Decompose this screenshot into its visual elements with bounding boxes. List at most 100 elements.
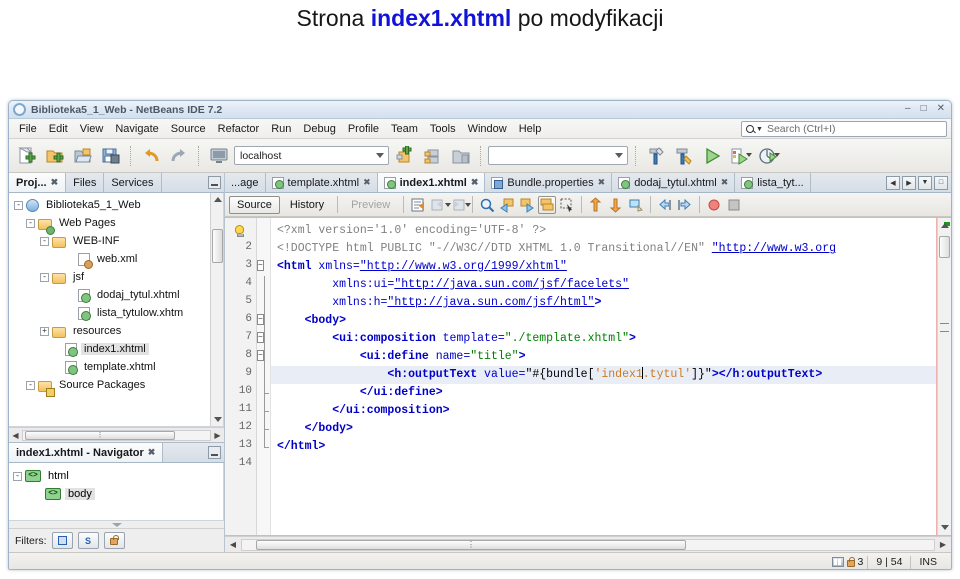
previous-bookmark-icon[interactable]	[498, 196, 516, 214]
code-line[interactable]: xmlns:ui="http://java.sun.com/jsf/facele…	[271, 276, 937, 294]
code-text[interactable]: <?xml version='1.0' encoding='UTF-8' ?> …	[271, 218, 937, 535]
shift-left-icon[interactable]	[656, 196, 674, 214]
editor-tab-truncated[interactable]: ...age	[225, 173, 266, 192]
menu-navigate[interactable]: Navigate	[109, 121, 164, 137]
scrollbar-thumb[interactable]	[939, 236, 950, 258]
scrollbar-thumb[interactable]: ⋮	[25, 430, 175, 440]
add-server-button[interactable]	[392, 143, 417, 168]
tab-projects[interactable]: Proj... ✖	[9, 173, 67, 192]
fold-toggle-icon[interactable]: −	[257, 332, 264, 343]
code-line[interactable]: <html xmlns="http://www.w3.org/1999/xhtm…	[271, 258, 937, 276]
close-icon[interactable]: ✖	[148, 447, 156, 458]
code-link[interactable]: "http://www.w3.org	[712, 242, 836, 255]
configuration-select[interactable]	[488, 146, 628, 165]
view-source-button[interactable]: Source	[229, 195, 280, 214]
fold-toggle-icon[interactable]: −	[257, 260, 264, 271]
menu-source[interactable]: Source	[165, 121, 212, 137]
minimize-panel-button[interactable]	[208, 176, 221, 189]
project-tree-horizontal-scrollbar[interactable]: ◀ ⋮ ▶	[9, 427, 224, 442]
next-bookmark-icon[interactable]	[518, 196, 536, 214]
fold-row[interactable]: −	[257, 330, 270, 348]
fold-row[interactable]: −	[257, 312, 270, 330]
server-monitor-icon[interactable]	[206, 143, 231, 168]
stop-macro-icon[interactable]	[725, 196, 743, 214]
scrollbar-track[interactable]: ⋮	[241, 538, 935, 551]
code-line[interactable]: <ui:define name="title">	[271, 348, 937, 366]
code-folding-column[interactable]: − − − −	[257, 218, 271, 535]
minimize-navigator-button[interactable]	[208, 446, 221, 459]
tree-node-web-pages[interactable]: - Web Pages	[12, 214, 223, 235]
expander-icon[interactable]: +	[40, 326, 49, 336]
close-icon[interactable]: ✖	[51, 177, 59, 188]
save-all-button[interactable]	[98, 143, 123, 168]
hint-bulb-icon[interactable]	[234, 225, 247, 238]
toggle-bookmark-icon[interactable]	[538, 195, 557, 214]
navigator-tree[interactable]: - <> html <> body	[9, 463, 224, 521]
code-editor[interactable]: 2 3 4 5 6 7 8 9 10 11 12 13 14 − − − − <…	[225, 217, 951, 536]
scroll-left-icon[interactable]: ◀	[9, 431, 22, 440]
editor-horizontal-scrollbar[interactable]: ◀ ⋮ ▶	[225, 536, 951, 552]
tree-node-source-packages[interactable]: - Source Packages	[12, 376, 223, 397]
scroll-down-icon[interactable]	[214, 417, 222, 422]
menu-debug[interactable]: Debug	[297, 121, 341, 137]
shift-right-icon[interactable]	[676, 196, 694, 214]
scroll-down-icon[interactable]	[941, 525, 949, 530]
code-link[interactable]: "http://java.sun.com/jsf/html"	[387, 296, 594, 309]
project-tree-vertical-scrollbar[interactable]	[210, 193, 223, 426]
close-icon[interactable]: ✖	[598, 177, 606, 188]
code-line[interactable]: </ui:define>	[271, 384, 937, 402]
tree-node-web-inf[interactable]: - WEB-INF	[12, 232, 223, 250]
memory-icon[interactable]	[831, 557, 844, 567]
expander-icon[interactable]: -	[40, 272, 49, 282]
scroll-up-icon[interactable]	[941, 223, 949, 228]
tab-services[interactable]: Services	[104, 173, 162, 192]
tab-list-button[interactable]: ▼	[918, 175, 932, 190]
record-macro-icon[interactable]	[705, 196, 723, 214]
scroll-tabs-left-button[interactable]: ◀	[886, 175, 900, 190]
scroll-right-icon[interactable]: ▶	[935, 540, 951, 549]
close-icon[interactable]: ✖	[363, 177, 371, 188]
chevron-down-icon[interactable]	[746, 153, 752, 157]
code-line[interactable]: xmlns:h="http://java.sun.com/jsf/html">	[271, 294, 937, 312]
scrollbar-thumb[interactable]	[212, 229, 223, 263]
chevron-down-icon[interactable]: ▼	[756, 126, 763, 133]
maximize-button[interactable]: □	[921, 103, 927, 114]
navigator-node-html[interactable]: - <> html	[13, 467, 223, 485]
tree-node-index1-xhtml[interactable]: index1.xhtml	[12, 340, 223, 358]
scrollbar-thumb[interactable]: ⋮	[256, 539, 686, 550]
menu-edit[interactable]: Edit	[43, 121, 74, 137]
minimize-button[interactable]: –	[905, 103, 911, 114]
menu-run[interactable]: Run	[265, 121, 297, 137]
code-line[interactable]	[271, 456, 937, 474]
open-project-button[interactable]	[70, 143, 95, 168]
code-line[interactable]: </ui:composition>	[271, 402, 937, 420]
build-project-button[interactable]	[643, 143, 668, 168]
tree-node-jsf[interactable]: - jsf	[12, 268, 223, 286]
comment-toggle-icon[interactable]	[627, 196, 645, 214]
chevron-down-icon[interactable]	[774, 153, 780, 157]
scroll-right-icon[interactable]: ▶	[211, 431, 224, 440]
menu-tools[interactable]: Tools	[424, 121, 462, 137]
deploy-button[interactable]	[420, 143, 445, 168]
expander-icon[interactable]: -	[40, 236, 49, 246]
code-line[interactable]: <body>	[271, 312, 937, 330]
find-selection-icon[interactable]	[478, 196, 496, 214]
tree-node-template-xhtml[interactable]: template.xhtml	[12, 358, 223, 376]
new-file-button[interactable]	[14, 143, 39, 168]
maximize-editor-button[interactable]: □	[934, 175, 948, 190]
scroll-up-icon[interactable]	[214, 197, 222, 202]
open-folder-button[interactable]	[448, 143, 473, 168]
fold-row[interactable]: −	[257, 348, 270, 366]
navigator-resize-handle[interactable]	[9, 521, 224, 528]
expander-icon[interactable]: -	[26, 380, 35, 390]
tab-navigator[interactable]: index1.xhtml - Navigator ✖	[9, 443, 164, 462]
fold-toggle-icon[interactable]: −	[257, 314, 264, 325]
menu-refactor[interactable]: Refactor	[212, 121, 266, 137]
chevron-down-icon[interactable]	[465, 202, 472, 207]
run-project-button[interactable]	[699, 143, 724, 168]
code-line-current[interactable]: <h:outputText value="#{bundle['index1.ty…	[271, 366, 937, 384]
close-icon[interactable]: ✖	[471, 177, 479, 188]
code-line[interactable]: </html>	[271, 438, 937, 456]
expander-icon[interactable]: -	[26, 218, 35, 228]
editor-tab-bundle-properties[interactable]: Bundle.properties ✖	[485, 173, 613, 192]
